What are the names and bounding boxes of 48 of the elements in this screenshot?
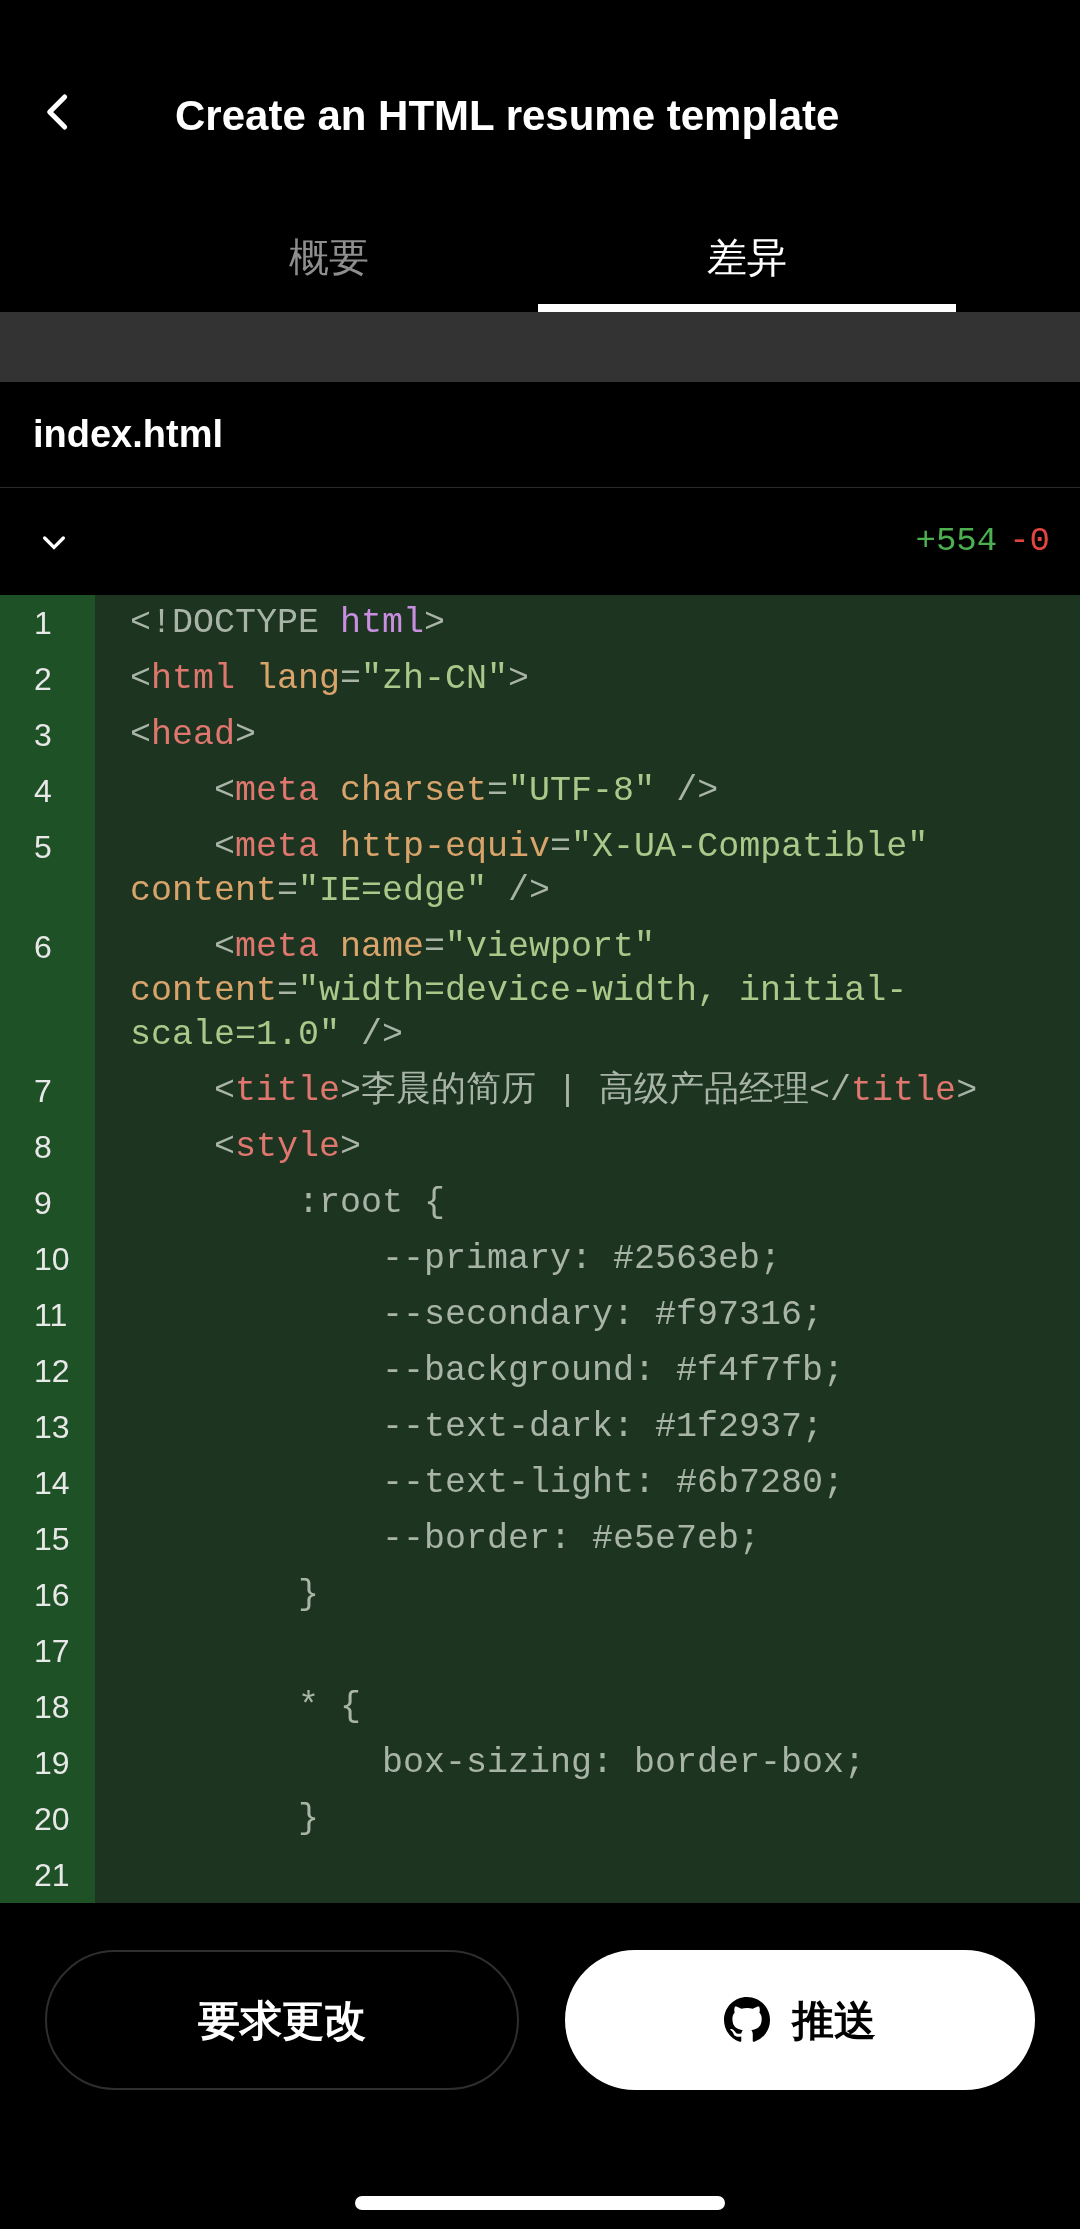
code-line: <meta http-equiv="X-UA-Compatible" content="IE=edge" /> (129, 826, 930, 913)
line-number: 20 (0, 1791, 95, 1847)
line-number: 8 (0, 1119, 95, 1175)
line-number: 14 (0, 1455, 95, 1511)
code-line: <title>李晨的简历 | 高级产品经理</title> (213, 1069, 979, 1113)
code-line: <html lang="zh-CN"> (129, 658, 531, 701)
github-icon (724, 1997, 770, 2043)
request-changes-button[interactable]: 要求更改 (45, 1950, 519, 2090)
code-line: --secondary: #f97316; (381, 1294, 825, 1337)
code-line: --text-light: #6b7280; (381, 1462, 846, 1505)
line-number: 7 (0, 1063, 95, 1119)
line-number: 18 (0, 1679, 95, 1735)
page-title: Create an HTML resume template (175, 90, 840, 141)
code-line: :root { (297, 1182, 447, 1225)
code-line: --border: #e5e7eb; (381, 1518, 762, 1561)
code-line: box-sizing: border-box; (381, 1742, 867, 1785)
line-number: 15 (0, 1511, 95, 1567)
line-number: 19 (0, 1735, 95, 1791)
code-line: * { (297, 1686, 363, 1729)
line-number: 10 (0, 1231, 95, 1287)
line-number: 4 (0, 763, 95, 819)
line-number: 13 (0, 1399, 95, 1455)
line-number: 3 (0, 707, 95, 763)
code-line: <meta name="viewport" content="width=device-width, initial-scale=1.0" /> (129, 926, 909, 1057)
line-number: 11 (0, 1287, 95, 1343)
deletions-count: -0 (1009, 521, 1050, 562)
line-number: 2 (0, 651, 95, 707)
push-button[interactable]: 推送 (565, 1950, 1035, 2090)
code-line: <meta charset="UTF-8" /> (213, 770, 720, 813)
code-line: --primary: #2563eb; (381, 1238, 783, 1281)
line-number: 5 (0, 819, 95, 919)
code-line: --background: #f4f7fb; (381, 1350, 846, 1393)
code-line: <head> (129, 714, 258, 757)
line-number: 21 (0, 1847, 95, 1903)
line-number: 16 (0, 1567, 95, 1623)
tab[interactable]: 概要 (120, 220, 538, 312)
code-line: <!DOCTYPE html> (129, 602, 447, 645)
line-number: 6 (0, 919, 95, 1063)
additions-count: +554 (915, 521, 998, 562)
code-line: } (297, 1574, 321, 1617)
code-line: --text-dark: #1f2937; (381, 1406, 825, 1449)
line-number: 1 (0, 595, 95, 651)
file-name: index.html (33, 412, 224, 457)
code-line: } (297, 1798, 321, 1841)
line-number: 9 (0, 1175, 95, 1231)
line-number: 17 (0, 1623, 95, 1679)
line-number: 12 (0, 1343, 95, 1399)
code-line: <style> (213, 1126, 363, 1169)
